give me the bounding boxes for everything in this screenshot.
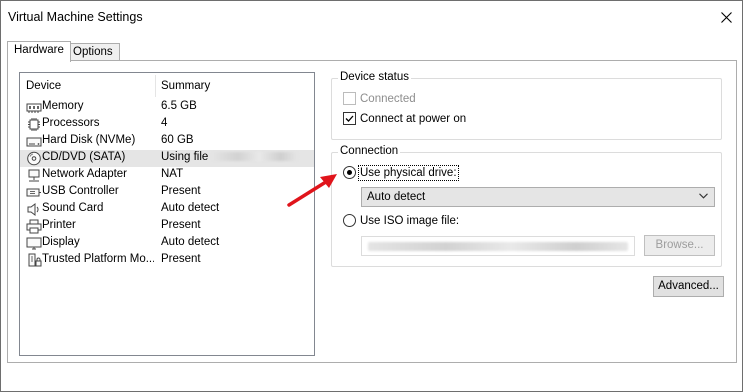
column-divider[interactable]: [155, 75, 156, 97]
annotation-arrow-icon: [287, 174, 337, 207]
tab-hardware[interactable]: Hardware: [7, 41, 71, 62]
hard-disk-icon: [26, 137, 42, 147]
device-summary: Using file: [161, 151, 299, 163]
device-row-cd-dvd[interactable]: CD/DVD (SATA) Using file: [20, 150, 314, 167]
device-summary: Present: [161, 185, 201, 197]
monitor-icon: [26, 237, 42, 250]
device-summary: Present: [161, 219, 201, 231]
virtual-machine-settings-window: Virtual Machine Settings Hardware Option…: [0, 0, 743, 392]
radio-button: [343, 214, 356, 227]
use-iso-image-label: Use ISO image file:: [360, 214, 460, 227]
checkbox-box: [343, 112, 356, 125]
cd-dvd-icon: [27, 151, 41, 166]
device-summary: NAT: [161, 168, 184, 180]
device-name: Processors: [42, 117, 100, 129]
window-title: Virtual Machine Settings: [8, 10, 143, 24]
processor-icon: [28, 118, 40, 131]
close-icon: [720, 11, 732, 23]
device-row-processors[interactable]: Processors 4: [20, 116, 314, 133]
redacted-iso-path: [368, 242, 628, 251]
usb-icon: [26, 188, 41, 197]
chevron-down-icon: [699, 193, 708, 199]
use-physical-drive-radio[interactable]: Use physical drive:: [343, 164, 459, 181]
tpm-icon: [28, 253, 42, 267]
redacted-file-path: [212, 152, 299, 162]
iso-image-path-input[interactable]: [361, 236, 635, 256]
device-status-legend: Device status: [338, 71, 412, 83]
connect-at-power-on-label: Connect at power on: [360, 112, 467, 125]
device-name: Sound Card: [42, 202, 104, 214]
device-name: CD/DVD (SATA): [42, 151, 126, 163]
device-row-hard-disk[interactable]: Hard Disk (NVMe) 60 GB: [20, 133, 314, 150]
title-bar: Virtual Machine Settings: [1, 1, 742, 33]
connect-at-power-on-checkbox[interactable]: Connect at power on: [343, 112, 466, 125]
column-header-device[interactable]: Device: [26, 80, 61, 92]
device-summary: Auto detect: [161, 202, 220, 214]
hardware-tab-panel: Device Summary Memory 6.5 GB Processors …: [7, 60, 737, 363]
device-name: Hard Disk (NVMe): [42, 134, 136, 146]
device-row-network-adapter[interactable]: Network Adapter NAT: [20, 167, 314, 184]
device-name: Memory: [42, 100, 84, 112]
use-physical-drive-label: Use physical drive:: [358, 164, 459, 181]
connection-group: Connection Use physical drive: Auto dete…: [331, 145, 722, 267]
device-name: Network Adapter: [42, 168, 128, 180]
printer-icon: [26, 219, 42, 234]
tab-options[interactable]: Options: [66, 43, 120, 61]
device-row-display[interactable]: Display Auto detect: [20, 235, 314, 252]
device-name: Display: [42, 236, 80, 248]
advanced-button[interactable]: Advanced...: [653, 276, 724, 297]
close-button[interactable]: [710, 1, 742, 33]
device-list[interactable]: Device Summary Memory 6.5 GB Processors …: [19, 72, 315, 356]
connected-checkbox[interactable]: Connected: [343, 92, 416, 105]
browse-button[interactable]: Browse...: [644, 235, 715, 256]
speaker-icon: [27, 203, 39, 216]
device-name: Printer: [42, 219, 76, 231]
connected-label: Connected: [360, 92, 416, 105]
device-summary: 6.5 GB: [161, 100, 197, 112]
connection-legend: Connection: [338, 145, 401, 157]
physical-drive-select[interactable]: Auto detect: [361, 187, 715, 207]
column-header-summary[interactable]: Summary: [161, 80, 210, 92]
device-row-sound-card[interactable]: Sound Card Auto detect: [20, 201, 314, 218]
memory-icon: [26, 103, 42, 113]
device-list-header: Device Summary: [20, 73, 314, 99]
device-status-group: Device status Connected Connect at power…: [331, 71, 722, 140]
device-summary: Present: [161, 253, 201, 265]
physical-drive-value: Auto detect: [367, 191, 426, 203]
device-row-printer[interactable]: Printer Present: [20, 218, 314, 235]
network-adapter-icon: [28, 169, 40, 182]
device-summary: 4: [161, 117, 168, 129]
device-name: Trusted Platform Mo...: [42, 253, 154, 265]
checkmark-icon: [345, 115, 354, 122]
device-row-memory[interactable]: Memory 6.5 GB: [20, 99, 314, 116]
use-iso-image-radio[interactable]: Use ISO image file:: [343, 214, 459, 227]
device-row-usb-controller[interactable]: USB Controller Present: [20, 184, 314, 201]
device-row-trusted-platform-module[interactable]: Trusted Platform Mo... Present: [20, 252, 314, 269]
device-summary: Auto detect: [161, 236, 220, 248]
device-summary: 60 GB: [161, 134, 194, 146]
checkbox-box: [343, 92, 356, 105]
device-name: USB Controller: [42, 185, 119, 197]
